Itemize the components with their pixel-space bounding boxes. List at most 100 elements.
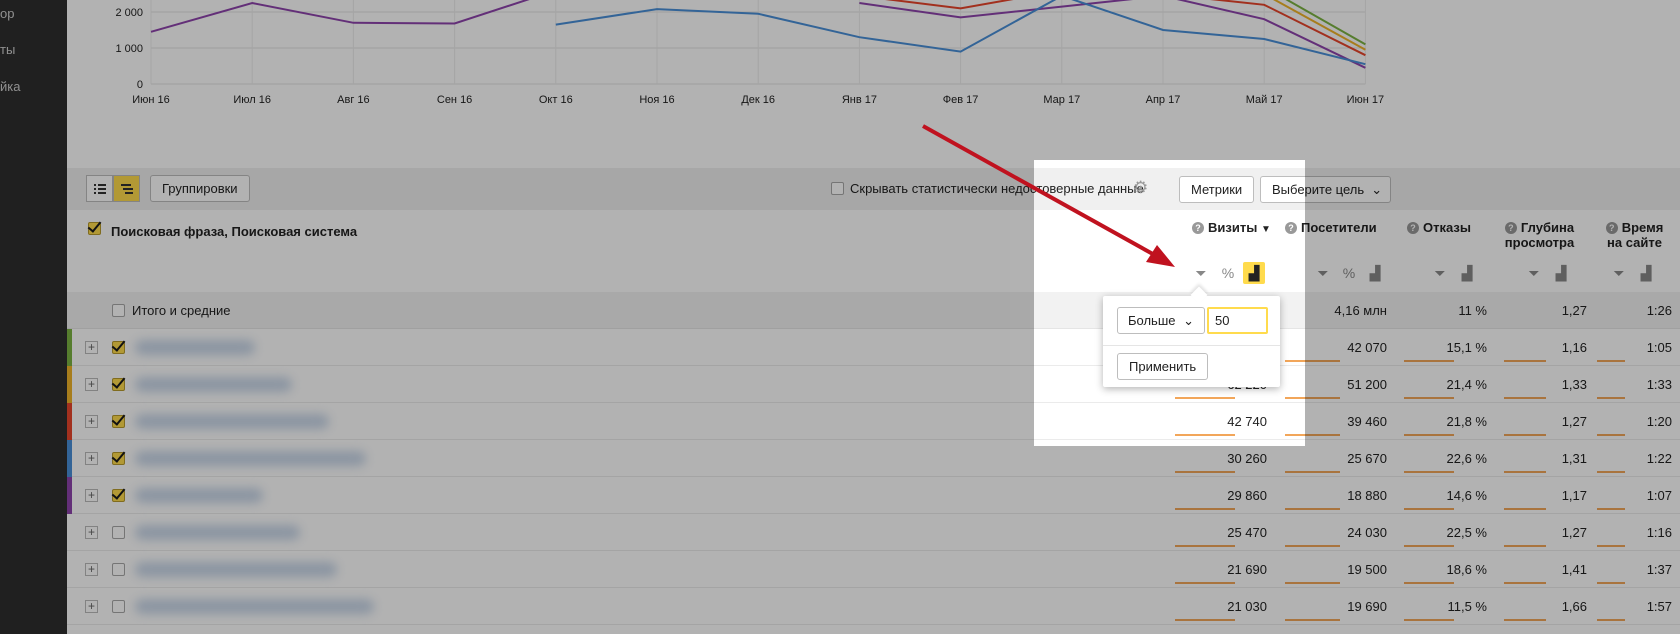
- series-color-marker: [67, 366, 72, 403]
- table-row[interactable]: +42 070 15,1 % 1,16 1:05: [67, 329, 1680, 366]
- condition-select[interactable]: Больше ⌄: [1117, 307, 1206, 334]
- value-bar: [1285, 508, 1340, 510]
- column-header-label-line2: просмотра: [1504, 235, 1575, 250]
- value-bar: [1597, 545, 1625, 547]
- dimension-header: Поисковая фраза, Поисковая система: [111, 224, 358, 239]
- filter-icon[interactable]: ⏷: [1608, 262, 1630, 284]
- sidebar-item[interactable]: ор: [0, 6, 14, 21]
- expand-icon[interactable]: +: [85, 341, 98, 354]
- column-header-visitors[interactable]: ? Посетители: [1285, 220, 1385, 235]
- help-icon[interactable]: ?: [1407, 222, 1419, 234]
- bar-chart-icon[interactable]: ▟: [1550, 262, 1572, 284]
- help-icon[interactable]: ?: [1192, 222, 1204, 234]
- value-bar: [1404, 434, 1454, 436]
- table-row[interactable]: +29 860 18 880 14,6 % 1,17 1:07: [67, 477, 1680, 514]
- bar-chart-icon[interactable]: ▟: [1243, 262, 1265, 284]
- expand-icon[interactable]: +: [85, 563, 98, 576]
- cell-depth: 1,31: [1561, 451, 1587, 466]
- value-bar: [1175, 619, 1235, 621]
- value-bar: [1285, 360, 1340, 362]
- expand-icon[interactable]: +: [85, 415, 98, 428]
- bar-chart-icon[interactable]: ▟: [1456, 262, 1478, 284]
- cell-visits: 42 740: [1227, 414, 1267, 429]
- row-checkbox[interactable]: [112, 452, 125, 465]
- column-header-visits[interactable]: ? Визиты ▼: [1192, 220, 1282, 237]
- value-bar: [1404, 397, 1454, 399]
- table-row[interactable]: +42 740 39 460 21,8 % 1,27 1:20: [67, 403, 1680, 440]
- column-header-time[interactable]: ? Время на сайте: [1597, 220, 1672, 250]
- filter-icon[interactable]: ⏷: [1429, 262, 1451, 284]
- sidebar-item[interactable]: йка: [0, 79, 20, 94]
- expand-icon[interactable]: +: [85, 378, 98, 391]
- value-bar: [1175, 582, 1235, 584]
- value-bar: [1175, 508, 1235, 510]
- cell-depth: 1,27: [1561, 414, 1587, 429]
- series-color-marker: [67, 329, 72, 366]
- value-bar: [1504, 434, 1546, 436]
- percent-icon[interactable]: %: [1338, 262, 1360, 284]
- column-header-depth[interactable]: ? Глубина просмотра: [1497, 220, 1582, 250]
- filter-icon[interactable]: ⏷: [1523, 262, 1545, 284]
- expand-icon[interactable]: +: [85, 600, 98, 613]
- expand-icon[interactable]: +: [85, 452, 98, 465]
- row-checkbox[interactable]: [112, 600, 125, 613]
- row-checkbox[interactable]: [112, 489, 125, 502]
- cell-bounces: 11 %: [1458, 303, 1487, 318]
- goal-select[interactable]: Выберите цель ⌄: [1260, 176, 1392, 203]
- help-icon[interactable]: ?: [1504, 222, 1517, 234]
- row-checkbox[interactable]: [112, 415, 125, 428]
- sidebar-item[interactable]: ты: [0, 42, 15, 57]
- cell-time: 1:37: [1646, 562, 1672, 577]
- totals-checkbox[interactable]: [112, 304, 125, 317]
- row-checkbox[interactable]: [112, 563, 125, 576]
- bar-chart-icon[interactable]: ▟: [1635, 262, 1657, 284]
- cell-time: 1:07: [1646, 488, 1672, 503]
- condition-label: Больше: [1128, 313, 1176, 328]
- row-checkbox[interactable]: [112, 378, 125, 391]
- gear-icon[interactable]: ⚙: [1133, 178, 1148, 198]
- value-bar: [1404, 545, 1454, 547]
- percent-icon[interactable]: %: [1217, 262, 1239, 284]
- help-icon[interactable]: ?: [1605, 222, 1618, 234]
- tree-view-button[interactable]: [113, 175, 140, 202]
- x-tick-label: Сен 16: [437, 94, 472, 106]
- help-icon[interactable]: ?: [1285, 222, 1297, 234]
- apply-button[interactable]: Применить: [1117, 353, 1209, 380]
- value-bar: [1597, 471, 1625, 473]
- table-row[interactable]: +30 260 25 670 22,6 % 1,31 1:22: [67, 440, 1680, 477]
- sort-desc-icon: ▼: [1260, 224, 1271, 235]
- table-row[interactable]: +25 470 24 030 22,5 % 1,27 1:16: [67, 514, 1680, 551]
- filter-value-input[interactable]: 50: [1207, 307, 1268, 334]
- x-tick-label: Июн 17: [1347, 94, 1385, 106]
- expand-icon[interactable]: +: [85, 526, 98, 539]
- cell-bounces: 14,6 %: [1446, 488, 1487, 503]
- row-checkbox[interactable]: [112, 341, 125, 354]
- filter-icon[interactable]: ⏷: [1312, 262, 1334, 284]
- table-row[interactable]: +21 030 19 690 11,5 % 1,66 1:57: [67, 588, 1680, 625]
- expand-icon[interactable]: +: [85, 489, 98, 502]
- table-row[interactable]: +62 22051 20021,4 %1,331:33: [67, 366, 1680, 403]
- cell-depth: 1,41: [1561, 562, 1587, 577]
- cell-visitors: 39 460: [1347, 414, 1387, 429]
- x-tick-label: Янв 17: [842, 94, 877, 106]
- dimension-checkbox[interactable]: [88, 222, 101, 235]
- table-row[interactable]: +21 690 19 500 18,6 % 1,41 1:37: [67, 551, 1680, 588]
- value-bar: [1285, 471, 1340, 473]
- value-bar: [1285, 545, 1340, 547]
- cell-visits: 21 690: [1227, 562, 1267, 577]
- hide-unreliable-checkbox[interactable]: [831, 182, 844, 195]
- cell-bounces: 21,8 %: [1446, 414, 1487, 429]
- y-tick-label: 0: [137, 79, 143, 91]
- x-tick-label: Дек 16: [741, 94, 775, 106]
- row-checkbox[interactable]: [112, 526, 125, 539]
- column-header-bounces[interactable]: ? Отказы: [1407, 220, 1487, 235]
- value-bar: [1597, 360, 1625, 362]
- cell-depth: 1,27: [1561, 303, 1587, 318]
- filter-icon[interactable]: ⏷: [1190, 262, 1212, 284]
- list-view-button[interactable]: [86, 175, 113, 202]
- cell-depth: 1,17: [1561, 488, 1587, 503]
- bar-chart-icon[interactable]: ▟: [1364, 262, 1386, 284]
- metrics-button[interactable]: Метрики: [1179, 176, 1255, 203]
- groupings-button[interactable]: Группировки: [150, 175, 250, 202]
- cell-bounces: 22,6 %: [1446, 451, 1487, 466]
